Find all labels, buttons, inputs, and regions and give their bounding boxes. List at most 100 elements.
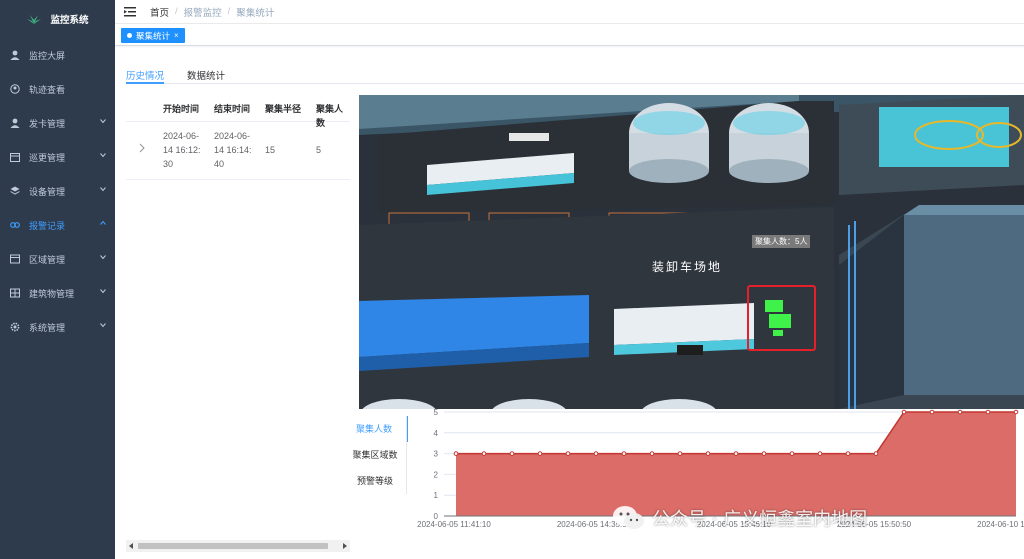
wechat-icon [613, 506, 644, 529]
data-point [985, 409, 991, 415]
breadcrumb: 首页 / 报警监控 / 聚集统计 [150, 5, 274, 19]
sidebar-item-label: 轨迹查看 [29, 84, 66, 95]
sidebar-item-4[interactable]: 设备管理 [0, 174, 115, 208]
chart-tab-level[interactable]: 预警等级 [348, 468, 408, 494]
logo: 监控系统 [0, 0, 115, 38]
chevron-right-icon[interactable] [139, 143, 145, 153]
sidebar-item-label: 设备管理 [29, 186, 66, 197]
x-tick-label: 2024-06-10 11:46:50 [977, 520, 1024, 529]
data-point [817, 451, 823, 456]
sidebar-item-8[interactable]: 系统管理 [0, 310, 115, 344]
calendar-icon [10, 153, 20, 162]
tab-stats[interactable]: 数据统计 [187, 68, 225, 82]
data-point [537, 451, 543, 456]
y-tick-label: 4 [434, 429, 439, 438]
gear-icon [10, 322, 20, 332]
header-end-time: 结束时间 [214, 104, 251, 114]
breadcrumb-level1: 报警监控 [183, 7, 222, 19]
data-point [873, 451, 879, 456]
sidebar-item-2[interactable]: 发卡管理 [0, 106, 115, 140]
y-tick-label: 2 [434, 470, 439, 479]
breadcrumb-level2: 聚集统计 [236, 7, 275, 19]
breadcrumb-home[interactable]: 首页 [150, 5, 169, 19]
tag-dot [127, 33, 132, 38]
chart-tab-count[interactable]: 聚集人数 [348, 416, 408, 442]
chevron-up-icon [100, 220, 106, 225]
tag-current[interactable]: 聚集统计 × [121, 28, 185, 43]
chart-tabs: 聚集人数 聚集区域数 预警等级 [348, 416, 408, 494]
table-row[interactable]: 2024-06- 14 16:12: 30 2024-06- 14 16:14:… [126, 122, 350, 180]
data-point [761, 451, 767, 456]
layers-icon [10, 186, 20, 195]
sidebar-item-label: 监控大屏 [29, 50, 66, 61]
data-point [789, 451, 795, 456]
map-view[interactable] [359, 95, 1024, 409]
sidebar-item-label: 巡更管理 [29, 152, 66, 163]
close-icon[interactable]: × [174, 31, 179, 40]
chart-tabs-border [406, 416, 407, 494]
history-table: 开始时间 结束时间 聚集半径 聚集人数 2024-06- 14 16:12: 3… [126, 96, 350, 180]
chart-tab-area-count[interactable]: 聚集区域数 [348, 442, 408, 468]
user-icon [10, 118, 20, 128]
sidebar-item-1[interactable]: 轨迹查看 [0, 72, 115, 106]
chevron-down-icon [100, 289, 106, 294]
data-point [733, 451, 739, 456]
sidebar-item-0[interactable]: 监控大屏 [0, 38, 115, 72]
sidebar-item-7[interactable]: 建筑物管理 [0, 276, 115, 310]
data-point [677, 451, 683, 456]
map-area-label: 装卸车场地 [652, 260, 723, 274]
sidebar-item-label: 建筑物管理 [29, 288, 75, 299]
header-radius: 聚集半径 [265, 104, 302, 114]
y-tick-label: 1 [434, 491, 439, 500]
grid-icon [10, 288, 20, 298]
map-scene [359, 95, 1024, 409]
x-tick-label: 2024-06-05 11:41:10 [417, 520, 491, 529]
sidebar-item-label: 系统管理 [29, 322, 66, 333]
sidebar-item-6[interactable]: 区域管理 [0, 242, 115, 276]
data-point [481, 451, 487, 456]
data-point [1013, 409, 1019, 415]
y-tick-label: 3 [434, 450, 439, 459]
cell-start-line2: 14 16:12: [163, 145, 201, 155]
cell-start-time: 2024-06- 14 16:12: 30 [163, 129, 201, 171]
chevron-down-icon [100, 323, 106, 328]
menu-toggle-icon[interactable] [124, 6, 136, 17]
link-icon [10, 222, 20, 228]
cell-count: 5 [316, 145, 322, 155]
table-scrollbar[interactable] [126, 540, 350, 552]
breadcrumb-separator: / [227, 6, 231, 17]
cell-end-line2: 14 16:14: [214, 145, 252, 155]
tags-view: 聚集统计 × [115, 24, 1024, 46]
window-icon [10, 254, 20, 264]
tab-history[interactable]: 历史情况 [126, 68, 164, 82]
cell-end-time: 2024-06- 14 16:14: 40 [214, 129, 252, 171]
sidebar-item-3[interactable]: 巡更管理 [0, 140, 115, 174]
tag-label: 聚集统计 [136, 30, 171, 41]
cell-end-line3: 40 [214, 159, 225, 169]
cell-start-line3: 30 [163, 159, 174, 169]
data-point [509, 451, 515, 456]
data-point [929, 409, 935, 415]
sidebar-item-label: 发卡管理 [29, 118, 66, 129]
data-point [901, 409, 907, 415]
table-header: 开始时间 结束时间 聚集半径 聚集人数 [126, 96, 350, 128]
sidebar-item-5[interactable]: 报警记录 [0, 208, 115, 242]
app-title: 监控系统 [50, 15, 89, 26]
sidebar: 监控系统 监控大屏轨迹查看发卡管理巡更管理设备管理报警记录区域管理建筑物管理系统… [0, 0, 115, 559]
chevron-down-icon [100, 255, 106, 260]
data-point [565, 451, 571, 456]
data-point [957, 409, 963, 415]
cell-start-line1: 2024-06- [163, 131, 200, 141]
logo-icon [27, 15, 42, 24]
chevron-down-icon [100, 187, 106, 192]
data-point [649, 451, 655, 456]
sidebar-item-label: 报警记录 [29, 220, 66, 231]
crowd-alert-box [747, 285, 816, 351]
data-point [621, 451, 627, 456]
watermark-text: 公众号 · 广义恒鑫室内地图 [652, 509, 868, 530]
header-start-time: 开始时间 [163, 104, 200, 114]
y-tick-label: 5 [434, 408, 439, 417]
tabs: 历史情况 数据统计 [126, 60, 1024, 84]
tab-active-indicator [126, 82, 164, 84]
crowd-count-label: 聚集人数：5人 [752, 235, 811, 248]
